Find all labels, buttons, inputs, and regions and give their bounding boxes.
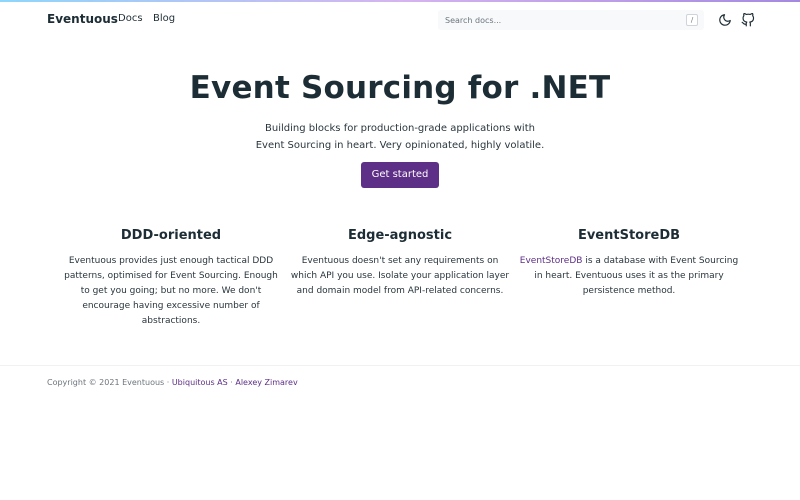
author-link[interactable]: Alexey Zimarev	[235, 378, 297, 387]
hero-title: Event Sourcing for .NET	[189, 70, 611, 106]
nav-link-docs[interactable]: Docs	[118, 13, 143, 24]
github-icon[interactable]	[741, 13, 755, 27]
moon-icon[interactable]	[718, 13, 732, 27]
footer-divider	[0, 365, 800, 366]
feature-text-wrapper: EventStoreDB is a database with Event So…	[519, 254, 739, 299]
feature-eventstoredb: EventStoreDB EventStoreDB is a database …	[519, 228, 739, 299]
ubiquitous-link[interactable]: Ubiquitous AS	[172, 378, 228, 387]
footer: Copyright © 2021 Eventuous · Ubiquitous …	[47, 378, 298, 387]
feature-ddd-oriented: DDD-oriented Eventuous provides just eno…	[61, 228, 281, 329]
search-box: /	[438, 10, 704, 30]
search-input[interactable]	[438, 10, 678, 30]
brand-logo[interactable]: Eventuous	[47, 12, 118, 26]
feature-edge-agnostic: Edge-agnostic Eventuous doesn't set any …	[290, 228, 510, 299]
copyright-text: Copyright © 2021 Eventuous ·	[47, 378, 172, 387]
hero-lead: Building blocks for production-grade app…	[255, 123, 545, 151]
feature-title: EventStoreDB	[577, 228, 681, 243]
search-shortcut-key: /	[686, 14, 698, 26]
navbar: Eventuous Docs Blog /	[0, 2, 800, 36]
feature-text: Eventuous provides just enough tactical …	[64, 256, 278, 326]
feature-title: DDD-oriented	[120, 228, 222, 243]
nav-link-blog[interactable]: Blog	[153, 13, 175, 24]
feature-text: Eventuous doesn't set any requirements o…	[290, 256, 510, 296]
feature-title: Edge-agnostic	[347, 228, 453, 243]
get-started-button[interactable]: Get started	[361, 162, 439, 188]
eventstoredb-link[interactable]: EventStoreDB	[520, 256, 583, 266]
